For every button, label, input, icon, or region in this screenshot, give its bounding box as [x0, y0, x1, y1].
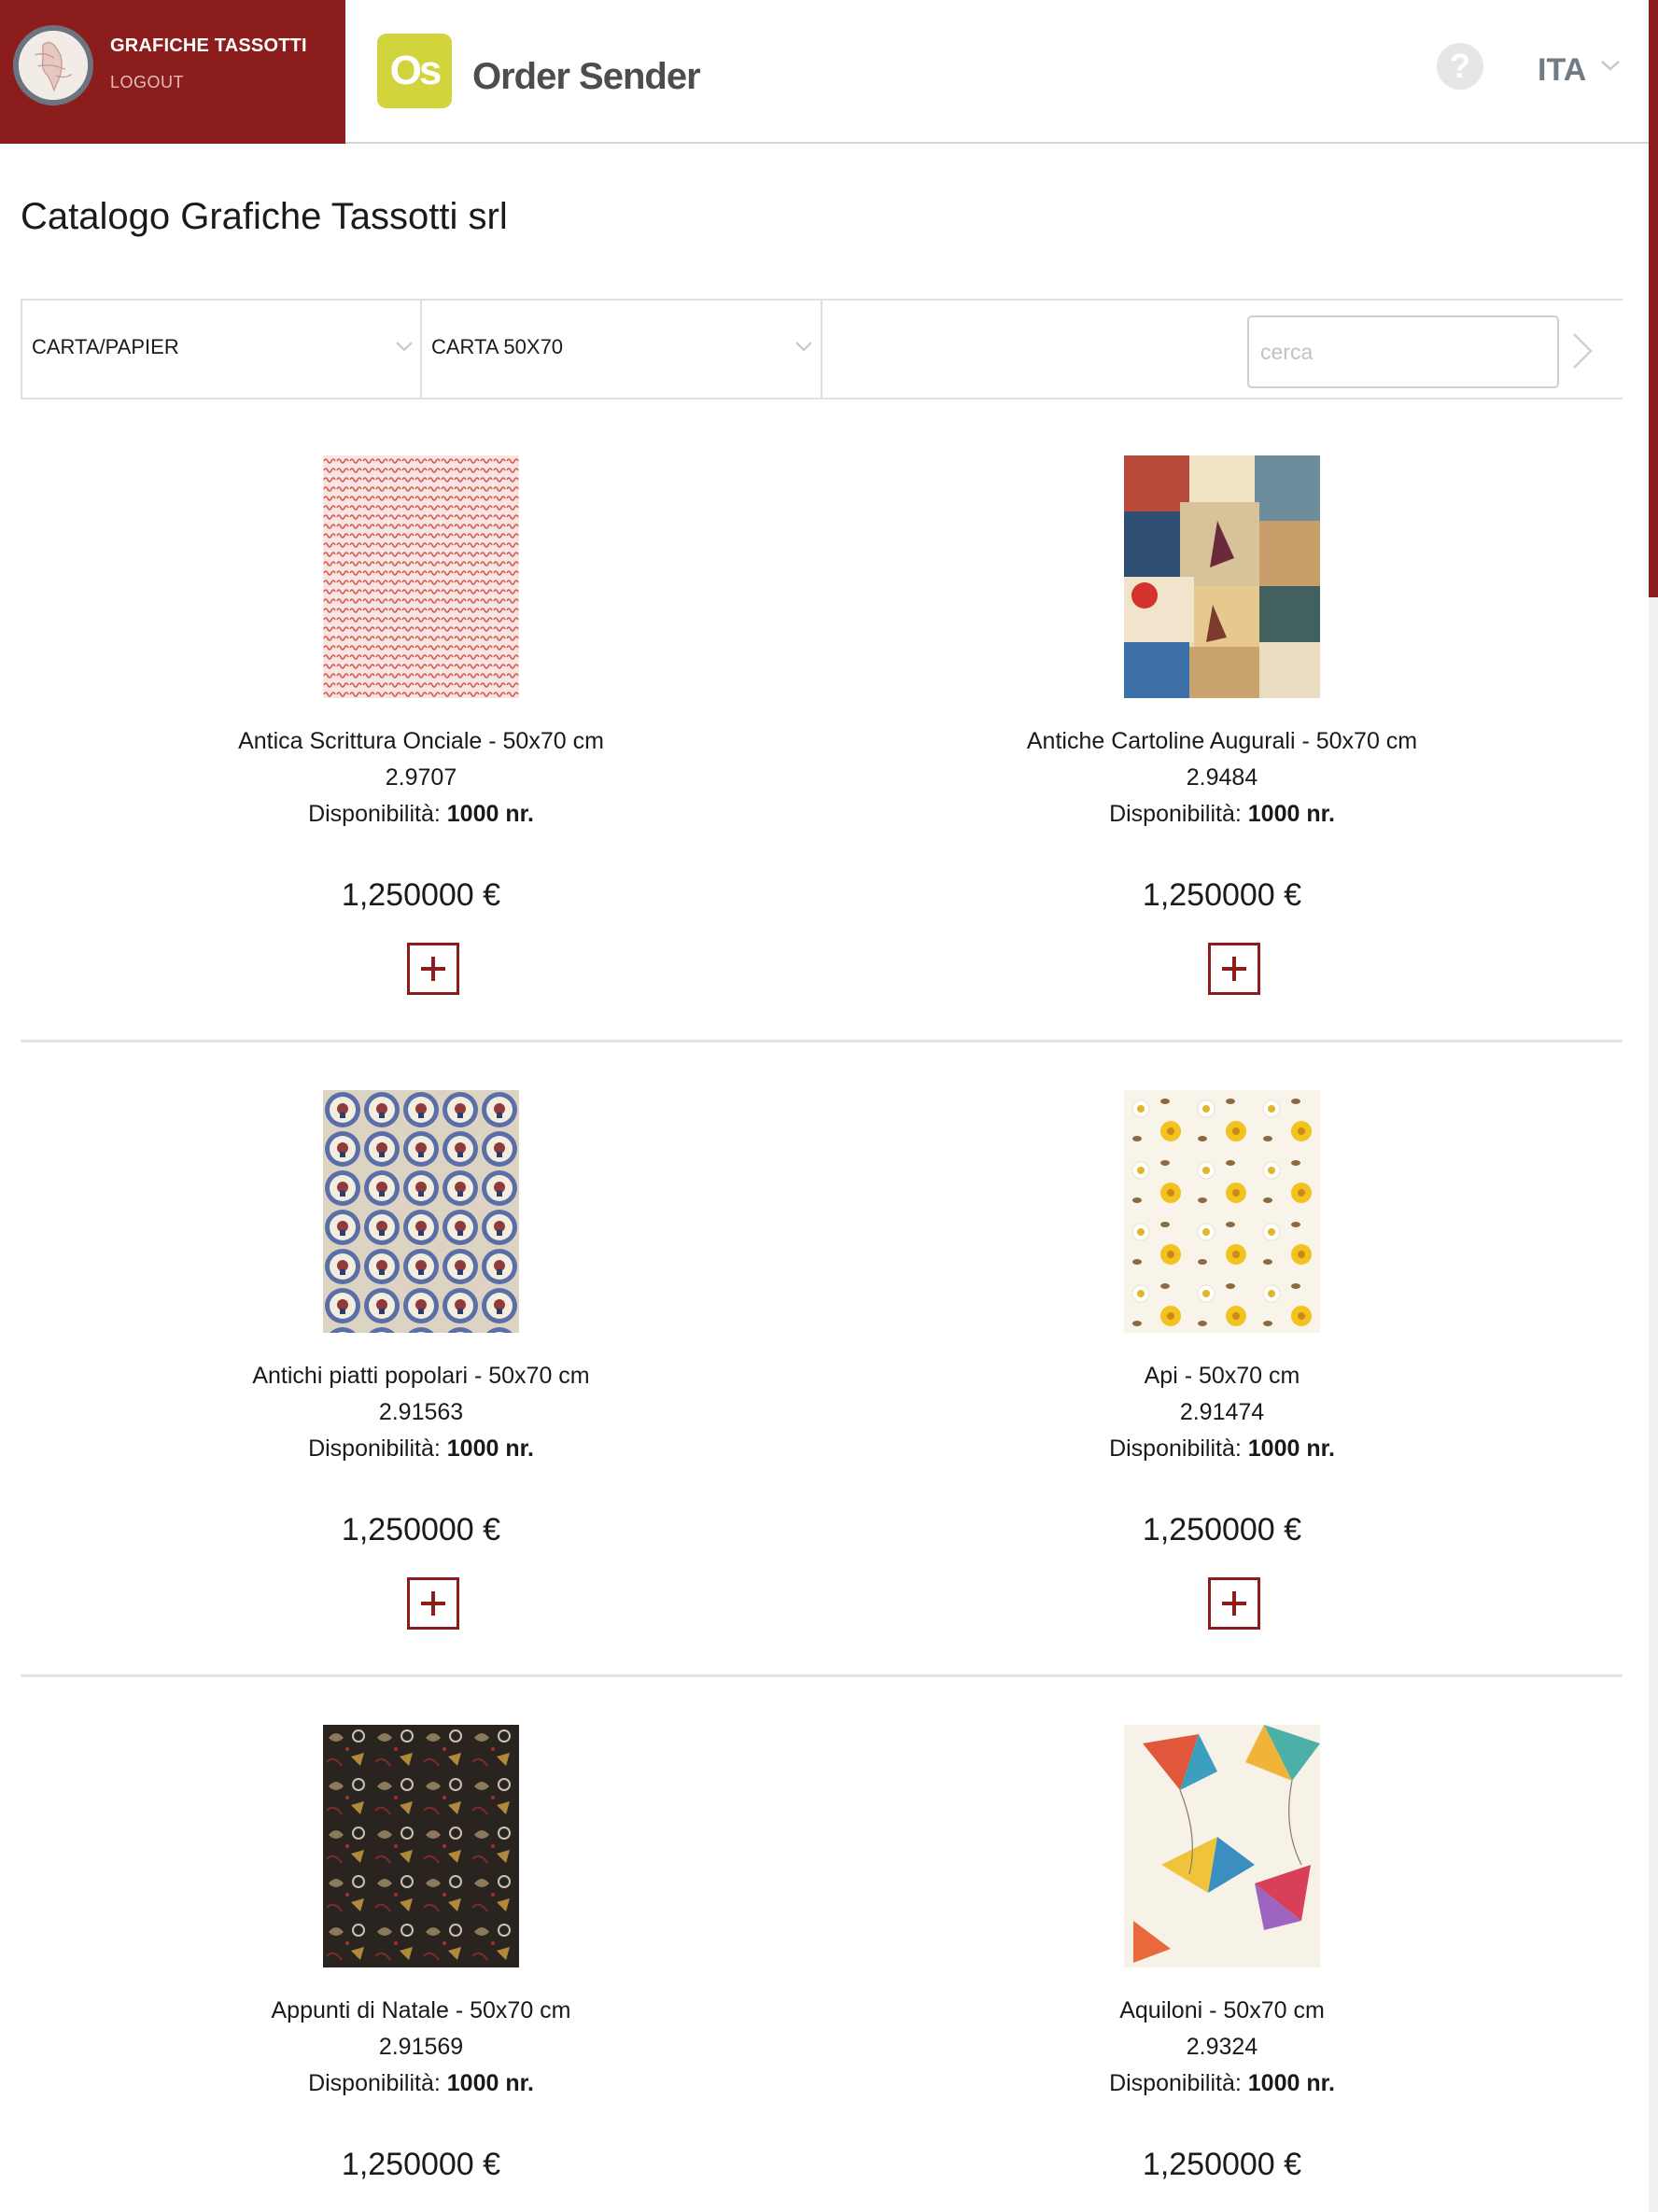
chevron-down-icon — [795, 342, 812, 352]
chevron-right-icon[interactable] — [1570, 330, 1595, 371]
availability-label: Disponibilità: — [1109, 801, 1242, 827]
product-image[interactable] — [1124, 1725, 1320, 1967]
product-price: 1,250000 € — [1142, 2147, 1302, 2182]
category-select-value: CARTA/PAPIER — [32, 335, 179, 358]
language-selector[interactable]: ITA — [1538, 52, 1586, 89]
availability-value: 1000 nr. — [1247, 801, 1335, 827]
product-card: Antiche Cartoline Augurali - 50x70 cm 2.… — [822, 401, 1623, 1036]
logout-link[interactable]: LOGOUT — [110, 73, 184, 92]
product-thumbnail — [1124, 1090, 1320, 1333]
product-code: 2.9484 — [1186, 764, 1258, 791]
product-thumbnail — [1124, 455, 1320, 698]
top-bar: GRAFICHE TASSOTTI LOGOUT Os Order Sender… — [0, 0, 1649, 144]
product-thumbnail — [1124, 1725, 1320, 1967]
availability-value: 1000 nr. — [446, 2070, 534, 2096]
product-price: 1,250000 € — [1142, 877, 1302, 913]
product-availability: Disponibilità: 1000 nr. — [822, 801, 1623, 828]
product-name[interactable]: Appunti di Natale - 50x70 cm — [21, 1997, 822, 2024]
brand-name: Order Sender — [472, 56, 701, 97]
product-card: Api - 50x70 cm 2.91474 Disponibilità: 10… — [822, 1036, 1623, 1671]
add-to-order-button[interactable] — [1208, 943, 1260, 995]
product-image[interactable] — [323, 455, 519, 698]
product-card: Antichi piatti popolari - 50x70 cm 2.915… — [21, 1036, 822, 1671]
availability-label: Disponibilità: — [1109, 1435, 1242, 1462]
page-title: Catalogo Grafiche Tassotti srl — [21, 196, 508, 237]
help-icon[interactable]: ? — [1437, 43, 1483, 90]
account-name: GRAFICHE TASSOTTI — [110, 35, 307, 56]
product-image[interactable] — [1124, 1090, 1320, 1333]
add-to-order-button[interactable] — [407, 943, 459, 995]
order-sender-logo-icon: Os — [377, 34, 452, 108]
product-thumbnail — [323, 1725, 519, 1967]
product-code: 2.9324 — [1186, 2034, 1258, 2060]
product-image[interactable] — [1124, 455, 1320, 698]
filter-bar: CARTA/PAPIER CARTA 50X70 — [21, 299, 1623, 399]
availability-value: 1000 nr. — [446, 1435, 534, 1462]
product-availability: Disponibilità: 1000 nr. — [21, 1435, 822, 1463]
avatar[interactable] — [13, 25, 93, 105]
avatar-image — [19, 31, 88, 100]
product-image[interactable] — [323, 1725, 519, 1967]
product-price: 1,250000 € — [341, 2147, 501, 2182]
product-thumbnail — [323, 1090, 519, 1333]
product-code: 2.91474 — [1179, 1399, 1265, 1425]
product-thumbnail — [323, 455, 519, 698]
chevron-down-icon[interactable] — [1599, 58, 1622, 73]
availability-value: 1000 nr. — [446, 801, 534, 827]
product-price: 1,250000 € — [1142, 1512, 1302, 1547]
product-code: 2.9707 — [385, 764, 457, 791]
scrollbar-thumb[interactable] — [1649, 0, 1658, 597]
availability-label: Disponibilità: — [308, 801, 441, 827]
product-code: 2.91563 — [378, 1399, 464, 1425]
availability-label: Disponibilità: — [308, 2070, 441, 2096]
product-availability: Disponibilità: 1000 nr. — [822, 1435, 1623, 1463]
product-availability: Disponibilità: 1000 nr. — [21, 801, 822, 828]
chevron-down-icon — [396, 342, 413, 352]
availability-value: 1000 nr. — [1247, 1435, 1335, 1462]
availability-label: Disponibilità: — [308, 1435, 441, 1462]
product-name[interactable]: Api - 50x70 cm — [822, 1363, 1623, 1390]
product-name[interactable]: Antiche Cartoline Augurali - 50x70 cm — [822, 728, 1623, 755]
product-name[interactable]: Antichi piatti popolari - 50x70 cm — [21, 1363, 822, 1390]
product-card: Antica Scrittura Onciale - 50x70 cm 2.97… — [21, 401, 822, 1036]
product-card: Aquiloni - 50x70 cm 2.9324 Disponibilità… — [822, 1671, 1623, 2212]
search-input[interactable] — [1247, 315, 1559, 388]
product-code: 2.91569 — [378, 2034, 464, 2060]
product-name[interactable]: Antica Scrittura Onciale - 50x70 cm — [21, 728, 822, 755]
account-panel: GRAFICHE TASSOTTI LOGOUT — [0, 0, 345, 144]
add-to-order-button[interactable] — [407, 1577, 459, 1630]
category-select[interactable]: CARTA/PAPIER — [21, 301, 420, 398]
availability-value: 1000 nr. — [1247, 2070, 1335, 2096]
product-card: Appunti di Natale - 50x70 cm 2.91569 Dis… — [21, 1671, 822, 2212]
add-to-order-button[interactable] — [1208, 1577, 1260, 1630]
product-availability: Disponibilità: 1000 nr. — [21, 2070, 822, 2097]
subcategory-select[interactable]: CARTA 50X70 — [420, 301, 821, 398]
product-price: 1,250000 € — [341, 877, 501, 913]
product-name[interactable]: Aquiloni - 50x70 cm — [822, 1997, 1623, 2024]
subcategory-select-value: CARTA 50X70 — [431, 335, 564, 358]
product-price: 1,250000 € — [341, 1512, 501, 1547]
product-availability: Disponibilità: 1000 nr. — [822, 2070, 1623, 2097]
availability-label: Disponibilità: — [1109, 2070, 1242, 2096]
product-image[interactable] — [323, 1090, 519, 1333]
